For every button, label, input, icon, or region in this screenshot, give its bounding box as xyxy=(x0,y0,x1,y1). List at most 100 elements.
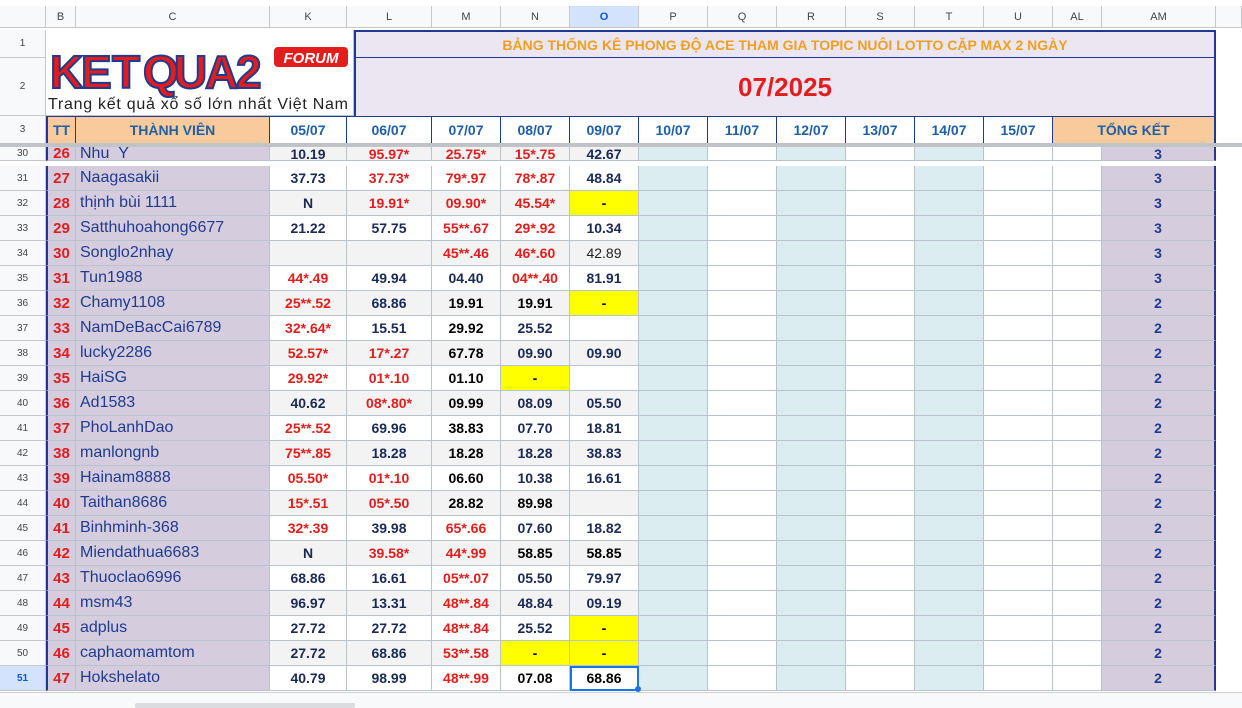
day-result-cell[interactable] xyxy=(846,616,915,641)
day-result-cell[interactable]: - xyxy=(570,641,639,666)
day-result-cell[interactable]: 10.38 xyxy=(501,466,570,491)
day-result-cell[interactable] xyxy=(639,366,708,391)
row-header[interactable]: 31 xyxy=(0,166,46,191)
column-header-s[interactable]: S xyxy=(846,6,915,28)
day-result-cell[interactable] xyxy=(984,416,1053,441)
al-cell[interactable] xyxy=(1053,591,1102,616)
member-name[interactable]: Chamy1108 xyxy=(76,291,270,316)
day-result-cell[interactable]: 18.28 xyxy=(501,441,570,466)
day-result-cell[interactable] xyxy=(915,541,984,566)
day-result-cell[interactable]: 48.84 xyxy=(501,591,570,616)
day-result-cell[interactable] xyxy=(570,491,639,516)
day-result-cell[interactable] xyxy=(984,216,1053,241)
day-result-cell[interactable] xyxy=(984,541,1053,566)
day-result-cell[interactable]: - xyxy=(501,641,570,666)
day-result-cell[interactable]: 25.75* xyxy=(432,147,501,161)
row-header[interactable]: 34 xyxy=(0,241,46,266)
day-result-cell[interactable]: 52.57* xyxy=(270,341,347,366)
day-result-cell[interactable] xyxy=(846,147,915,161)
day-result-cell[interactable] xyxy=(639,616,708,641)
header-tt[interactable]: TT xyxy=(46,116,76,144)
row-header[interactable]: 49 xyxy=(0,616,46,641)
member-name[interactable]: PhoLanhDao xyxy=(76,416,270,441)
day-result-cell[interactable] xyxy=(984,366,1053,391)
al-cell[interactable] xyxy=(1053,147,1102,161)
day-result-cell[interactable] xyxy=(984,147,1053,161)
row-header[interactable]: 51 xyxy=(0,666,46,691)
day-result-cell[interactable]: 39.58* xyxy=(347,541,432,566)
day-result-cell[interactable] xyxy=(639,147,708,161)
day-result-cell[interactable]: 42.89 xyxy=(570,241,639,266)
day-result-cell[interactable] xyxy=(777,541,846,566)
day-result-cell[interactable] xyxy=(708,566,777,591)
al-cell[interactable] xyxy=(1053,416,1102,441)
day-result-cell[interactable] xyxy=(915,166,984,191)
day-result-cell[interactable] xyxy=(984,341,1053,366)
day-result-cell[interactable] xyxy=(777,216,846,241)
day-result-cell[interactable]: 48**.99 xyxy=(432,666,501,691)
day-result-cell[interactable] xyxy=(846,216,915,241)
member-name[interactable]: thịnh bùi 1111 xyxy=(76,191,270,216)
column-header-q[interactable]: Q xyxy=(708,6,777,28)
day-result-cell[interactable]: 38.83 xyxy=(570,441,639,466)
al-cell[interactable] xyxy=(1053,666,1102,691)
day-result-cell[interactable]: 32*.39 xyxy=(270,516,347,541)
day-result-cell[interactable]: 46*.60 xyxy=(501,241,570,266)
day-result-cell[interactable] xyxy=(708,491,777,516)
day-result-cell[interactable] xyxy=(708,366,777,391)
day-result-cell[interactable] xyxy=(777,316,846,341)
day-result-cell[interactable] xyxy=(639,316,708,341)
day-result-cell[interactable] xyxy=(708,616,777,641)
day-result-cell[interactable] xyxy=(639,266,708,291)
al-cell[interactable] xyxy=(1053,391,1102,416)
day-result-cell[interactable] xyxy=(984,166,1053,191)
day-result-cell[interactable] xyxy=(708,147,777,161)
day-result-cell[interactable]: 37.73 xyxy=(270,166,347,191)
row-header[interactable]: 42 xyxy=(0,441,46,466)
al-cell[interactable] xyxy=(1053,241,1102,266)
day-result-cell[interactable] xyxy=(915,147,984,161)
day-result-cell[interactable]: 05.50 xyxy=(570,391,639,416)
al-cell[interactable] xyxy=(1053,541,1102,566)
day-result-cell[interactable] xyxy=(984,641,1053,666)
day-result-cell[interactable] xyxy=(846,166,915,191)
day-result-cell[interactable]: 25.52 xyxy=(501,316,570,341)
row-header[interactable]: 36 xyxy=(0,291,46,316)
header-date[interactable]: 14/07 xyxy=(915,116,984,144)
day-result-cell[interactable]: 16.61 xyxy=(347,566,432,591)
day-result-cell[interactable]: 32*.64* xyxy=(270,316,347,341)
day-result-cell[interactable] xyxy=(777,341,846,366)
day-result-cell[interactable]: 68.86 xyxy=(270,566,347,591)
column-header-u[interactable]: U xyxy=(984,6,1053,28)
day-result-cell[interactable]: 10.19 xyxy=(270,147,347,161)
day-result-cell[interactable] xyxy=(915,316,984,341)
day-result-cell[interactable] xyxy=(915,241,984,266)
day-result-cell[interactable] xyxy=(639,291,708,316)
day-result-cell[interactable] xyxy=(846,466,915,491)
al-cell[interactable] xyxy=(1053,466,1102,491)
day-result-cell[interactable]: 55**.67 xyxy=(432,216,501,241)
al-cell[interactable] xyxy=(1053,641,1102,666)
day-result-cell[interactable]: 45**.46 xyxy=(432,241,501,266)
day-result-cell[interactable]: 95.97* xyxy=(347,147,432,161)
day-result-cell[interactable] xyxy=(639,166,708,191)
day-result-cell[interactable] xyxy=(846,366,915,391)
day-result-cell[interactable] xyxy=(708,666,777,691)
day-result-cell[interactable]: 17*.27 xyxy=(347,341,432,366)
day-result-cell[interactable]: 44*.99 xyxy=(432,541,501,566)
column-header-r[interactable]: R xyxy=(777,6,846,28)
day-result-cell[interactable]: - xyxy=(570,191,639,216)
day-result-cell[interactable]: 08*.80* xyxy=(347,391,432,416)
al-cell[interactable] xyxy=(1053,616,1102,641)
al-cell[interactable] xyxy=(1053,491,1102,516)
day-result-cell[interactable] xyxy=(915,341,984,366)
member-name[interactable]: Hainam8888 xyxy=(76,466,270,491)
day-result-cell[interactable]: 67.78 xyxy=(432,341,501,366)
day-result-cell[interactable] xyxy=(846,641,915,666)
column-header-m[interactable]: M xyxy=(432,6,501,28)
day-result-cell[interactable] xyxy=(639,391,708,416)
day-result-cell[interactable] xyxy=(708,391,777,416)
day-result-cell[interactable] xyxy=(777,191,846,216)
row-header[interactable]: 30 xyxy=(0,147,46,161)
day-result-cell[interactable] xyxy=(984,316,1053,341)
